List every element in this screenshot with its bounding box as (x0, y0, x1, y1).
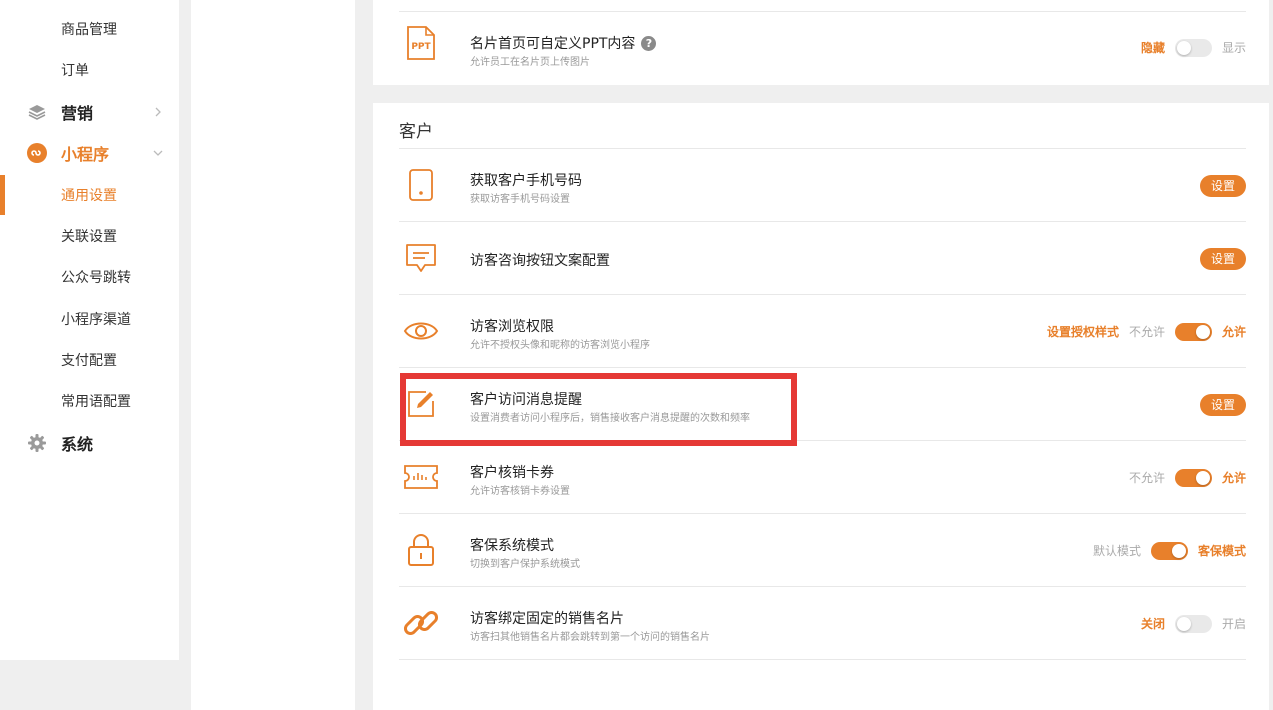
ppt-icon: PPT (399, 21, 443, 65)
switch-right-label: 显示 (1221, 41, 1246, 55)
ppt-settings-card: PPT 名片首页可自定义PPT内容? 允许员工在名片页上传图片 隐藏 显示 (373, 0, 1269, 85)
switch-left-label: 不允许 (1128, 325, 1165, 339)
sidebar: 商品管理 订单 营销 小程序 通用设置 关联设置 公众号跳转 小程序渠道 支付配… (0, 0, 179, 660)
sidebar-item-label: 通用设置 (61, 188, 117, 204)
settings-row-browse-permission: 访客浏览权限 允许不授权头像和昵称的访客浏览小程序 设置授权样式 不允许 允许 (399, 295, 1246, 368)
sidebar-item-association-settings[interactable]: 关联设置 (0, 219, 179, 253)
message-icon (399, 236, 443, 280)
settings-row-ppt: PPT 名片首页可自定义PPT内容? 允许员工在名片页上传图片 隐藏 显示 (399, 12, 1246, 74)
layers-icon (27, 102, 47, 122)
sidebar-item-products[interactable]: 商品管理 (0, 12, 179, 46)
sidebar-item-miniprogram-channel[interactable]: 小程序渠道 (0, 302, 179, 336)
sidebar-item-orders[interactable]: 订单 (0, 53, 179, 87)
switch-left-label: 默认模式 (1092, 544, 1141, 558)
row-title: 客户访问消息提醒 (470, 392, 582, 408)
eye-icon (399, 309, 443, 353)
customer-settings-card: 客户 获取客户手机号码 获取访客手机号码设置 设置 访客咨询按钮文案配置 设置 … (373, 103, 1269, 710)
sidebar-item-label: 商品管理 (61, 22, 117, 38)
switch-right-label: 允许 (1221, 471, 1246, 485)
switch-right-label: 客保模式 (1197, 544, 1246, 558)
row-desc: 允许访客核销卡券设置 (470, 486, 570, 497)
sidebar-group-marketing[interactable]: 营销 (0, 95, 179, 129)
sidebar-group-miniprogram[interactable]: 小程序 (0, 136, 179, 170)
sidebar-item-label: 支付配置 (61, 353, 117, 369)
row-title: 名片首页可自定义PPT内容 (470, 36, 636, 52)
sidebar-item-label: 小程序渠道 (61, 312, 131, 328)
secondary-panel (191, 0, 355, 710)
row-title: 访客咨询按钮文案配置 (470, 253, 610, 269)
row-title: 客户核销卡券 (470, 465, 554, 481)
set-button[interactable]: 设置 (1199, 393, 1246, 416)
sidebar-item-general-settings[interactable]: 通用设置 (0, 178, 179, 212)
phone-icon (399, 163, 443, 207)
auth-style-link[interactable]: 设置授权样式 (1047, 323, 1119, 340)
svg-text:PPT: PPT (411, 42, 431, 52)
mini-program-icon (27, 143, 47, 163)
row-desc: 访客扫其他销售名片都会跳转到第一个访问的销售名片 (470, 632, 710, 643)
sidebar-item-label: 关联设置 (61, 229, 117, 245)
gear-icon (27, 433, 47, 453)
settings-row-get-phone: 获取客户手机号码 获取访客手机号码设置 设置 (399, 149, 1246, 222)
row-desc: 获取访客手机号码设置 (470, 194, 570, 205)
row-title: 获取客户手机号码 (470, 173, 582, 189)
chevron-down-icon (153, 150, 163, 156)
settings-row-visit-reminder: 客户访问消息提醒 设置消费者访问小程序后，销售接收客户消息提醒的次数和频率 设置 (399, 368, 1246, 441)
row-title: 客保系统模式 (470, 538, 554, 554)
row-desc: 允许员工在名片页上传图片 (470, 57, 590, 68)
switch-left-label: 不允许 (1128, 471, 1165, 485)
settings-row-consult-button: 访客咨询按钮文案配置 设置 (399, 222, 1246, 295)
lock-icon (399, 528, 443, 572)
sidebar-item-label: 系统 (61, 435, 94, 454)
link-icon (399, 601, 443, 645)
help-icon[interactable]: ? (641, 36, 657, 51)
switch-right-label: 允许 (1221, 325, 1246, 339)
sidebar-item-official-account-jump[interactable]: 公众号跳转 (0, 260, 179, 294)
switch-right-label: 开启 (1221, 617, 1246, 631)
row-desc: 切换到客户保护系统模式 (470, 559, 580, 570)
switch-left-label: 关闭 (1140, 617, 1165, 631)
chevron-right-icon (155, 107, 161, 117)
browse-permission-toggle[interactable] (1174, 322, 1212, 341)
sidebar-item-label: 常用语配置 (61, 394, 131, 410)
sidebar-item-payment-config[interactable]: 支付配置 (0, 343, 179, 377)
redeem-coupon-toggle[interactable] (1174, 468, 1212, 487)
row-title: 访客浏览权限 (470, 319, 554, 335)
edit-icon (399, 382, 443, 426)
ticket-icon (399, 455, 443, 499)
sidebar-item-label: 公众号跳转 (61, 270, 131, 286)
section-title: 客户 (399, 122, 433, 142)
row-desc: 设置消费者访问小程序后，销售接收客户消息提醒的次数和频率 (470, 413, 750, 424)
settings-row-redeem-coupon: 客户核销卡券 允许访客核销卡券设置 不允许 允许 (399, 441, 1246, 514)
ppt-toggle[interactable] (1174, 38, 1212, 57)
sidebar-item-label: 订单 (61, 63, 89, 79)
settings-row-bind-sales-card: 访客绑定固定的销售名片 访客扫其他销售名片都会跳转到第一个访问的销售名片 关闭 … (399, 587, 1246, 660)
row-desc: 允许不授权头像和昵称的访客浏览小程序 (470, 340, 650, 351)
sidebar-item-label: 小程序 (61, 145, 110, 164)
sidebar-group-system[interactable]: 系统 (0, 426, 179, 460)
row-title: 访客绑定固定的销售名片 (470, 611, 624, 627)
switch-left-label: 隐藏 (1140, 41, 1165, 55)
sidebar-item-phrases-config[interactable]: 常用语配置 (0, 384, 179, 418)
bind-sales-card-toggle[interactable] (1174, 614, 1212, 633)
settings-row-protection-mode: 客保系统模式 切换到客户保护系统模式 默认模式 客保模式 (399, 514, 1246, 587)
set-button[interactable]: 设置 (1199, 247, 1246, 270)
set-button[interactable]: 设置 (1199, 174, 1246, 197)
protection-mode-toggle[interactable] (1150, 541, 1188, 560)
sidebar-item-label: 营销 (61, 104, 94, 123)
